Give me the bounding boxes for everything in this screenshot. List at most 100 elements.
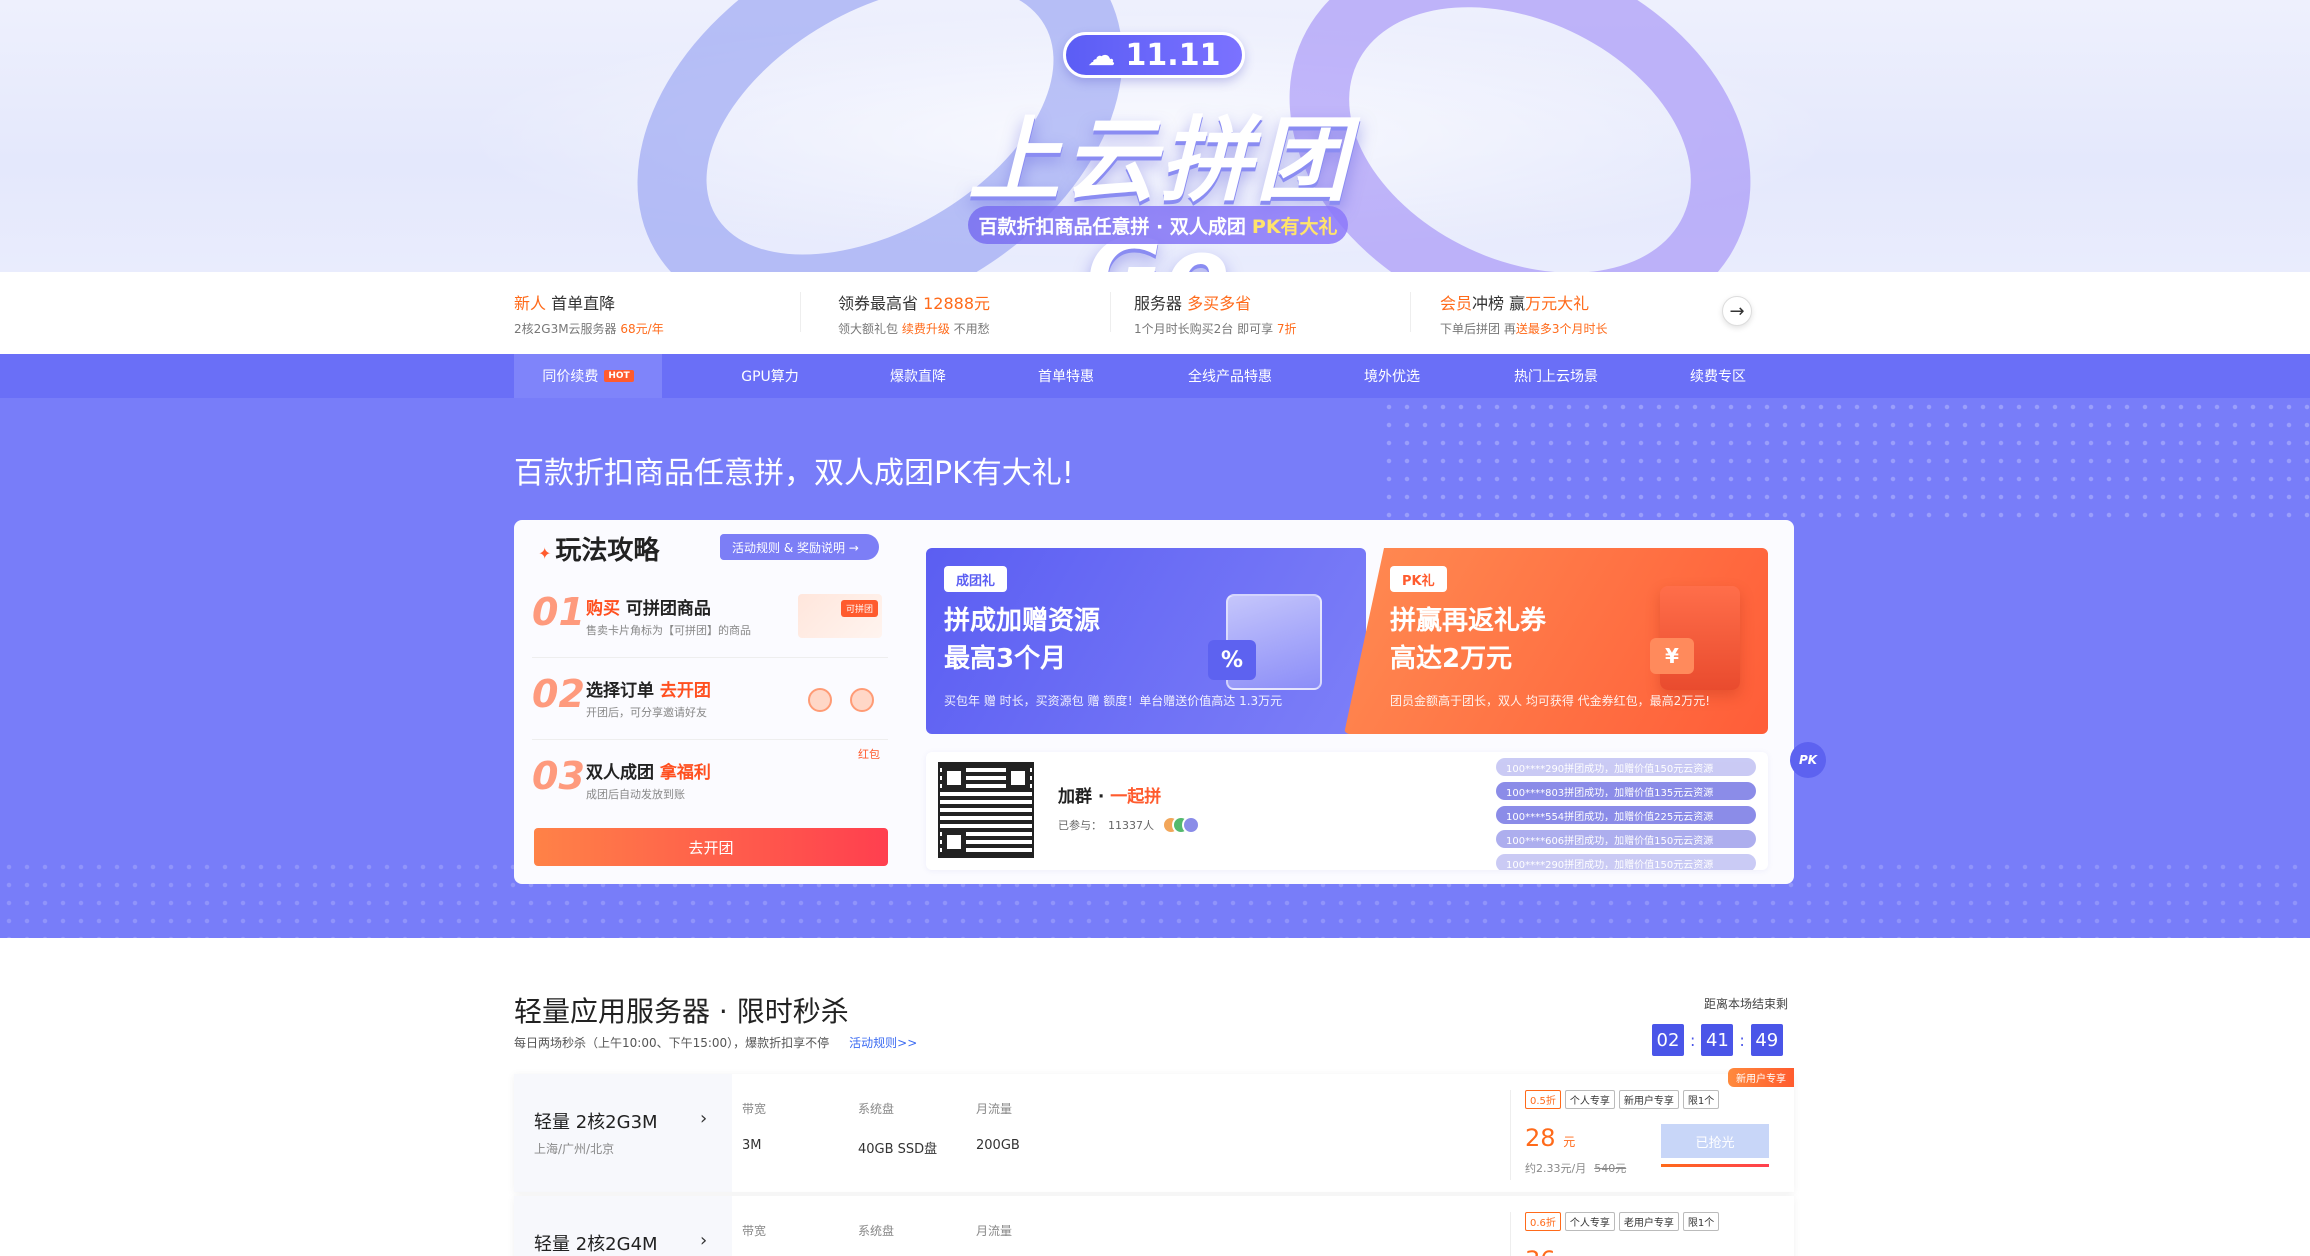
- nav-tab-gpu[interactable]: GPU算力: [696, 354, 844, 398]
- pk-float-icon[interactable]: PK: [1790, 742, 1826, 778]
- hero-badge-text: 11.11: [1125, 37, 1221, 73]
- nav-tab-label: 爆款直降: [890, 369, 946, 385]
- reward-card-pk-gift[interactable]: PK礼 拼赢再返礼券 高达2万元 ¥ 团员金额高于团长，双人 均可获得 代金券红包…: [1344, 548, 1768, 734]
- benefit-sub-text: 领大额礼包: [838, 322, 902, 336]
- benefit-item-member[interactable]: 会员冲榜 赢万元大礼 下单后拼团 再送最多3个月时长: [1440, 290, 1730, 337]
- section-heading: 百款折扣商品任意拼，双人成团PK有大礼!: [514, 456, 1074, 491]
- sold-out-button[interactable]: 已抢光: [1661, 1124, 1769, 1158]
- spec-label-disk: 系统盘: [858, 1224, 895, 1238]
- product-name: 轻量 2核2G3M: [534, 1112, 658, 1133]
- benefit-item-new-user[interactable]: 新人 首单直降 2核2G3M云服务器 68元/年: [514, 290, 804, 337]
- join-title-highlight: 一起拼: [1110, 787, 1162, 807]
- flash-sale-subtitle: 每日两场秒杀（上午10:00、下午15:00），爆款折扣享不停 活动规则>>: [514, 1034, 917, 1051]
- countdown-separator: :: [1690, 1030, 1696, 1050]
- step-heading-highlight: 去开团: [659, 681, 711, 701]
- countdown-hours: 02: [1652, 1024, 1684, 1056]
- product-tag: 限1个: [1682, 1212, 1720, 1231]
- activity-rules-link[interactable]: 活动规则 & 奖励说明 →: [720, 534, 879, 560]
- benefit-title-text: 首单直降: [546, 294, 616, 313]
- qr-code: [938, 762, 1034, 858]
- benefit-sub-text: 下单后拼团 再: [1440, 322, 1516, 336]
- nav-tab-cloud-scenes[interactable]: 热门上云场景: [1482, 354, 1630, 398]
- benefit-sub-text: 2核2G3M云服务器: [514, 322, 621, 336]
- qr-finder: [942, 830, 966, 854]
- benefit-item-server[interactable]: 服务器 多买多省 1个月时长购买2台 即可享 7折: [1134, 290, 1424, 337]
- dot-pattern: [1380, 398, 2310, 528]
- reward-title: 拼赢再返礼券 高达2万元: [1390, 602, 1546, 678]
- can-group-tag: 可拼团: [840, 600, 878, 617]
- flash-sale-rules-link[interactable]: 活动规则>>: [849, 1036, 917, 1050]
- avatar-group: [1162, 816, 1200, 834]
- price-value: 36: [1525, 1246, 1556, 1256]
- product-tag: 个人专享: [1564, 1090, 1615, 1109]
- nav-tab-renewal-zone[interactable]: 续费专区: [1644, 354, 1792, 398]
- benefit-subtitle: 2核2G3M云服务器 68元/年: [514, 320, 804, 337]
- product-tags: 0.6折 个人专享 老用户专享 限1个: [1525, 1212, 1780, 1231]
- product-tag: 新用户专享: [1618, 1090, 1679, 1109]
- nav-tab-same-price-renewal[interactable]: 同价续费 HOT: [514, 354, 662, 398]
- product-row: 新用户专享 轻量 2核2G3M › 上海/广州/北京 带宽 系统盘 月流量 3M…: [514, 1068, 1794, 1192]
- ticker-item: 100****554拼团成功，加赠价值225元云资源: [1496, 806, 1756, 824]
- countdown-seconds: 49: [1750, 1024, 1783, 1056]
- divider: [800, 292, 801, 332]
- product-summary[interactable]: 轻量 2核2G4M ›: [514, 1196, 732, 1256]
- page: ☁ 11.11 上云拼团Go 百款折扣商品任意拼 · 双人成团 PK有大礼 新人…: [0, 0, 2310, 1256]
- reward-title-line: 高达2万元: [1390, 644, 1513, 674]
- start-group-button[interactable]: 去开团: [534, 828, 888, 866]
- benefit-title-highlight: 12888元: [923, 294, 990, 313]
- nav-tab-hot-deals[interactable]: 爆款直降: [844, 354, 992, 398]
- stock-progress-bar: [1661, 1164, 1769, 1167]
- arrow-right-icon: →: [1729, 300, 1745, 322]
- hero-title: 上云拼团Go: [967, 107, 1352, 272]
- spec-value-traffic: 200GB: [976, 1138, 1020, 1153]
- hero-banner: ☁ 11.11 上云拼团Go 百款折扣商品任意拼 · 双人成团 PK有大礼: [0, 0, 2310, 272]
- benefit-item-coupon[interactable]: 领券最高省 12888元 领大额礼包 续费升级 不用愁: [838, 290, 1128, 337]
- product-row: 轻量 2核2G4M › 带宽 系统盘 月流量 0.6折 个人专享 老用户专享 限…: [514, 1196, 1794, 1256]
- product-tag: 个人专享: [1564, 1212, 1615, 1231]
- participant-count: 已参与： 11337人: [1058, 816, 1200, 834]
- benefit-title-highlight: 会员: [1440, 294, 1473, 313]
- flash-sale-title: 轻量应用服务器 · 限时秒杀: [514, 995, 849, 1028]
- guide-title-text: 玩法攻略: [555, 536, 660, 566]
- monthly-price: 约2.33元/月: [1525, 1162, 1587, 1175]
- flash-sale-schedule: 每日两场秒杀（上午10:00、下午15:00），爆款折扣享不停: [514, 1036, 830, 1050]
- hot-badge: HOT: [604, 370, 634, 382]
- guide-title: ✦ 玩法攻略: [538, 530, 659, 567]
- spec-value-bandwidth: 3M: [742, 1138, 762, 1153]
- join-title: 加群 · 一起拼: [1058, 782, 1161, 807]
- share-illustration: [798, 676, 882, 720]
- user-avatar-icon: [808, 688, 832, 712]
- step-heading-text: 可拼团商品: [620, 599, 711, 619]
- spec-label-traffic: 月流量: [976, 1102, 1013, 1116]
- nav-tab-label: 热门上云场景: [1514, 369, 1598, 385]
- chevron-right-icon: ›: [700, 1108, 708, 1129]
- step-heading-text: 双人成团: [586, 763, 660, 783]
- product-summary[interactable]: 轻量 2核2G3M › 上海/广州/北京: [514, 1074, 732, 1192]
- nav-tab-label: 同价续费: [542, 369, 599, 385]
- nav-tab-first-order[interactable]: 首单特惠: [992, 354, 1140, 398]
- benefit-subtitle: 下单后拼团 再送最多3个月时长: [1440, 320, 1730, 337]
- reward-card-group-gift[interactable]: 成团礼 拼成加赠资源 最高3个月 % 买包年 赠 时长，买资源包 赠 额度！单台赠…: [926, 548, 1366, 734]
- next-arrow-button[interactable]: →: [1722, 296, 1752, 326]
- user-avatar-icon: [850, 688, 874, 712]
- product-tags: 0.5折 个人专享 新用户专享 限1个: [1525, 1090, 1780, 1109]
- group-buy-section: 百款折扣商品任意拼，双人成团PK有大礼! ✦ 玩法攻略 活动规则 & 奖励说明 →…: [0, 398, 2310, 938]
- benefit-title-highlight: 万元大礼: [1525, 294, 1590, 313]
- reward-description: 团员金额高于团长，双人 均可获得 代金券红包，最高2万元!: [1390, 694, 1711, 708]
- step-description: 成团后自动发放到账: [586, 788, 685, 801]
- ticker-item: 100****606拼团成功，加赠价值150元云资源: [1496, 830, 1756, 848]
- countdown-timer: 02 : 41 : 49: [1652, 1024, 1783, 1056]
- step-description: 开团后，可分享邀请好友: [586, 706, 707, 719]
- countdown-separator: :: [1739, 1030, 1745, 1050]
- nav-tab-overseas[interactable]: 境外优选: [1318, 354, 1466, 398]
- sparkle-icon: ✦: [538, 544, 552, 563]
- spec-value-disk: 40GB SSD盘: [858, 1142, 938, 1157]
- step-heading-highlight: 购买: [586, 599, 620, 619]
- hero-event-badge: ☁ 11.11: [1063, 32, 1245, 78]
- reward-title-line: 拼成加赠资源: [944, 606, 1101, 636]
- step-heading-highlight: 拿福利: [659, 763, 711, 783]
- nav-tab-all-products[interactable]: 全线产品特惠: [1156, 354, 1304, 398]
- category-nav: 同价续费 HOT GPU算力 爆款直降 首单特惠 全线产品特惠 境外优选 热门上云…: [0, 354, 2310, 398]
- join-title-text: 加群 ·: [1058, 787, 1111, 807]
- price-per-month: 约2.33元/月 540元: [1525, 1160, 1626, 1176]
